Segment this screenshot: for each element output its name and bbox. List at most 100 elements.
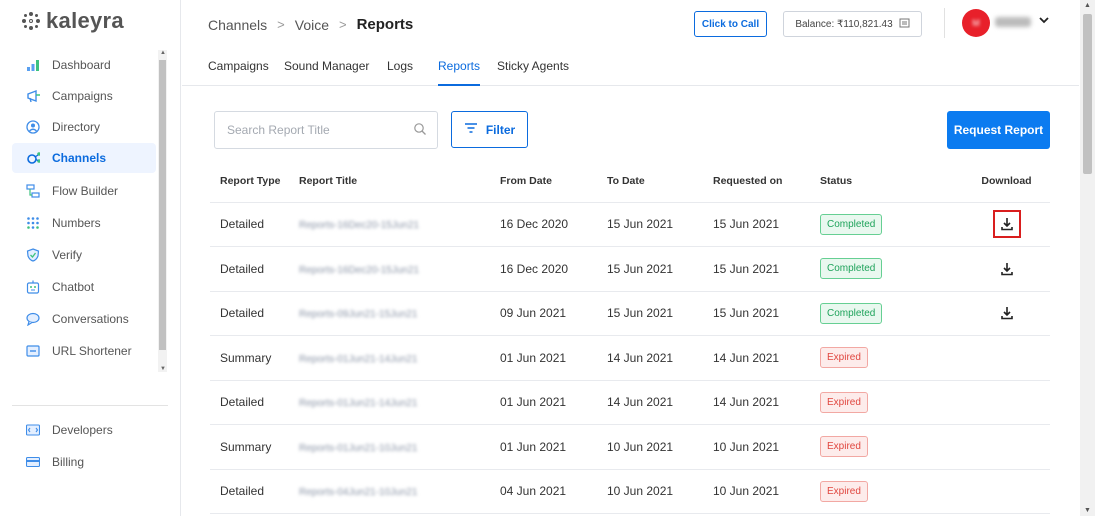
balance-text: Balance: ₹110,821.43 xyxy=(795,18,893,30)
sidebar-item-numbers[interactable]: Numbers xyxy=(12,208,156,238)
from-date-cell: 16 Dec 2020 xyxy=(500,202,607,247)
avatar[interactable]: M xyxy=(962,9,990,37)
scroll-up-arrow-icon[interactable]: ▲ xyxy=(1084,2,1091,9)
reports-table: Report Type Report Title From Date To Da… xyxy=(210,160,1050,514)
table-row: Summary Reports-01Jun21-10Jun21 01 Jun 202… xyxy=(210,424,1050,470)
search-report-field xyxy=(214,111,438,149)
sidebar-item-label: Channels xyxy=(52,151,107,165)
report-title-blurred: Reports-16Dec20-15Jun21 xyxy=(299,264,420,276)
kaleyra-logo[interactable]: kaleyra xyxy=(22,8,124,34)
status-cell: Expired xyxy=(820,469,963,514)
sidebar-item-label: Directory xyxy=(52,120,101,134)
sidebar-item-dashboard[interactable]: Dashboard xyxy=(12,50,156,80)
report-title-cell: Reports-01Jun21-14Jun21 xyxy=(299,335,500,381)
sidebar-divider xyxy=(12,405,168,406)
from-date-cell: 09 Jun 2021 xyxy=(500,291,607,336)
download-cell xyxy=(963,291,1050,336)
download-icon[interactable] xyxy=(995,301,1019,325)
report-type-cell: Detailed xyxy=(210,469,299,514)
from-date-cell: 01 Jun 2021 xyxy=(500,335,607,381)
status-cell: Expired xyxy=(820,424,963,470)
download-cell xyxy=(963,469,1050,514)
header-divider xyxy=(944,8,945,38)
click-to-call-button[interactable]: Click to Call xyxy=(694,11,767,37)
search-icon[interactable] xyxy=(413,122,427,141)
download-icon[interactable] xyxy=(995,257,1019,281)
sidebar-item-label: Chatbot xyxy=(52,280,95,294)
report-title-cell: Reports-16Dec20-15Jun21 xyxy=(299,246,500,292)
tab-campaigns[interactable]: Campaigns xyxy=(208,59,269,86)
status-cell: Expired xyxy=(820,335,963,381)
column-header: Status xyxy=(820,160,963,203)
sidebar: kaleyra ▲ ▼ Dashboard Campaigns Director… xyxy=(0,0,181,516)
report-title-blurred: Reports-04Jun21-10Jun21 xyxy=(299,487,418,499)
filter-icon xyxy=(464,122,478,137)
sidebar-item-flow-builder[interactable]: Flow Builder xyxy=(12,176,156,206)
report-title-blurred: Reports-01Jun21-10Jun21 xyxy=(299,442,418,454)
tab-sticky-agents[interactable]: Sticky Agents xyxy=(497,59,569,86)
sidebar-item-label: URL Shortener xyxy=(52,344,132,358)
request-report-button[interactable]: Request Report xyxy=(947,111,1050,149)
requested-on-cell: 14 Jun 2021 xyxy=(713,380,820,425)
report-type-cell: Detailed xyxy=(210,202,299,247)
user-name-blurred[interactable] xyxy=(995,17,1031,27)
column-header: Report Type xyxy=(210,160,299,203)
code-icon xyxy=(26,423,40,437)
requested-on-cell: 15 Jun 2021 xyxy=(713,246,820,292)
sidebar-scroll-thumb[interactable] xyxy=(159,60,166,350)
status-badge: Completed xyxy=(820,258,883,280)
scroll-up-arrow-icon[interactable]: ▲ xyxy=(160,50,166,56)
sidebar-item-url-shortener[interactable]: URL Shortener xyxy=(12,336,156,366)
tab-logs[interactable]: Logs xyxy=(387,59,413,86)
to-date-cell: 15 Jun 2021 xyxy=(607,291,713,336)
table-header-row: Report Type Report Title From Date To Da… xyxy=(210,160,1050,203)
download-cell xyxy=(963,335,1050,381)
sidebar-item-label: Billing xyxy=(52,455,85,469)
report-title-blurred: Reports-01Jun21-14Jun21 xyxy=(299,398,418,410)
status-badge: Expired xyxy=(820,391,868,413)
status-cell: Completed xyxy=(820,246,963,292)
scroll-down-arrow-icon[interactable]: ▼ xyxy=(1084,507,1091,514)
sidebar-item-developers[interactable]: Developers xyxy=(12,415,156,445)
filter-button[interactable]: Filter xyxy=(451,111,528,148)
scroll-down-arrow-icon[interactable]: ▼ xyxy=(160,366,166,372)
link-icon xyxy=(26,344,40,358)
sidebar-scrollbar[interactable]: ▲ ▼ xyxy=(158,50,167,372)
bar-chart-icon xyxy=(26,58,40,72)
report-type-cell: Detailed xyxy=(210,291,299,336)
status-badge: Expired xyxy=(820,436,868,458)
sidebar-item-label: Numbers xyxy=(52,216,101,230)
requested-on-cell: 15 Jun 2021 xyxy=(713,291,820,336)
tab-reports[interactable]: Reports xyxy=(438,59,481,86)
search-input[interactable] xyxy=(227,123,407,137)
sidebar-item-campaigns[interactable]: Campaigns xyxy=(12,81,156,111)
status-badge: Completed xyxy=(820,213,883,235)
download-icon[interactable] xyxy=(992,210,1021,239)
column-header: To Date xyxy=(607,160,713,203)
sidebar-item-conversations[interactable]: Conversations xyxy=(12,304,156,334)
sidebar-item-directory[interactable]: Directory xyxy=(12,112,156,142)
page-scroll-thumb[interactable] xyxy=(1083,14,1092,174)
breadcrumb: Channels > Voice > Reports xyxy=(208,16,413,33)
tab-sound-manager[interactable]: Sound Manager xyxy=(284,59,369,86)
sidebar-item-billing[interactable]: Billing xyxy=(12,447,156,477)
filter-label: Filter xyxy=(485,122,516,137)
from-date-cell: 16 Dec 2020 xyxy=(500,246,607,292)
breadcrumb-voice[interactable]: Voice xyxy=(295,17,329,33)
page-scrollbar[interactable]: ▲ ▼ xyxy=(1080,0,1095,516)
to-date-cell: 14 Jun 2021 xyxy=(607,335,713,381)
balance-display[interactable]: Balance: ₹110,821.43 xyxy=(783,11,922,37)
report-title-blurred: Reports-16Dec20-15Jun21 xyxy=(299,220,420,232)
chevron-down-icon[interactable] xyxy=(1038,12,1050,28)
channels-icon xyxy=(26,151,40,165)
download-cell xyxy=(963,380,1050,425)
sidebar-item-chatbot[interactable]: Chatbot xyxy=(12,272,156,302)
sidebar-item-channels[interactable]: Channels xyxy=(12,143,156,173)
refresh-icon[interactable] xyxy=(899,17,910,31)
download-cell xyxy=(963,424,1050,470)
requested-on-cell: 10 Jun 2021 xyxy=(713,424,820,470)
breadcrumb-channels[interactable]: Channels xyxy=(208,17,267,33)
sidebar-item-verify[interactable]: Verify xyxy=(12,240,156,270)
table-row: Detailed Reports-01Jun21-14Jun21 01 Jun 20… xyxy=(210,380,1050,425)
sub-nav-tabs: Campaigns Sound Manager Logs Reports Sti… xyxy=(182,48,1079,86)
